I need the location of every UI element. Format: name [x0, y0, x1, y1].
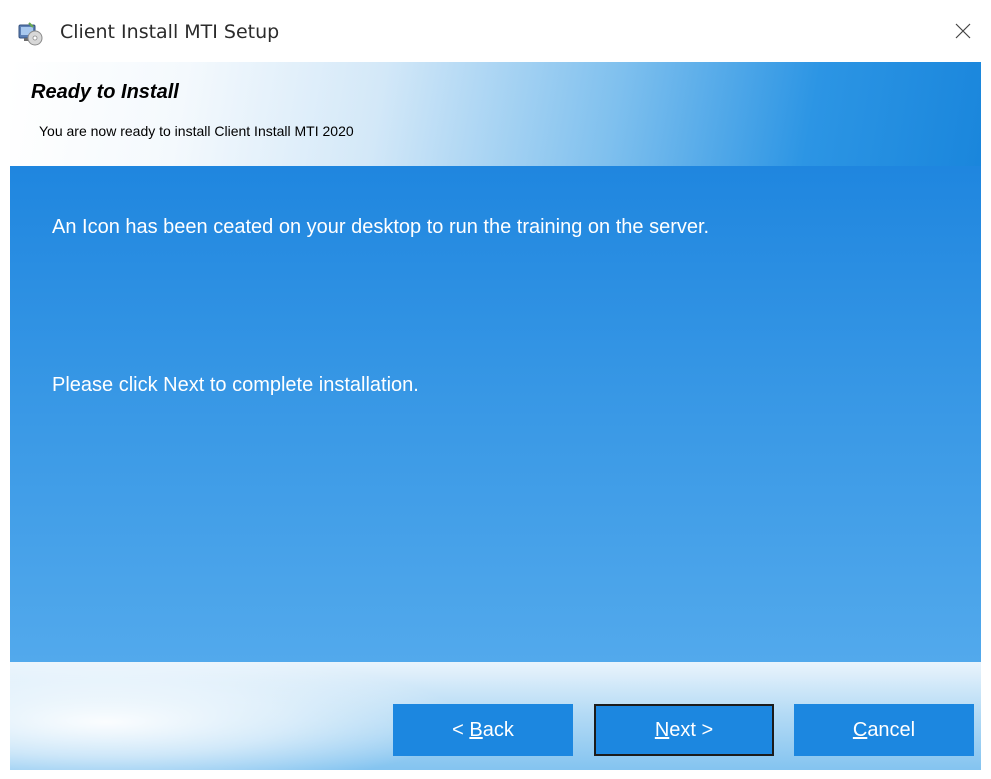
header-band: Ready to Install You are now ready to in… — [10, 62, 981, 166]
page-subtitle: You are now ready to install Client Inst… — [39, 123, 354, 139]
next-instruction-message: Please click Next to complete installati… — [52, 374, 419, 396]
content-panel: An Icon has been ceated on your desktop … — [10, 166, 981, 662]
installer-icon — [16, 19, 44, 47]
close-icon — [954, 22, 972, 40]
next-button[interactable]: Next > — [594, 704, 774, 756]
next-button-mnemonic: N — [654, 718, 670, 741]
button-bar: < Back Next > Cancel — [10, 662, 981, 779]
next-button-label: ext > — [669, 718, 714, 741]
title-bar[interactable]: Client Install MTI Setup — [0, 0, 991, 62]
close-button[interactable] — [935, 0, 991, 62]
cancel-button-mnemonic: C — [852, 718, 868, 741]
back-button-label: ack — [482, 718, 514, 741]
cancel-button[interactable]: Cancel — [794, 704, 974, 756]
page-title: Ready to Install — [31, 81, 179, 103]
back-button-mnemonic: B — [469, 718, 483, 741]
back-button-prefix: < — [452, 718, 470, 741]
cancel-button-label: ancel — [867, 718, 916, 741]
desktop-icon-message: An Icon has been ceated on your desktop … — [52, 216, 710, 238]
back-button[interactable]: < Back — [393, 704, 573, 756]
window-bottom-edge — [0, 770, 991, 779]
setup-window: Client Install MTI Setup Ready to Instal… — [0, 0, 991, 779]
window-title: Client Install MTI Setup — [60, 21, 280, 43]
